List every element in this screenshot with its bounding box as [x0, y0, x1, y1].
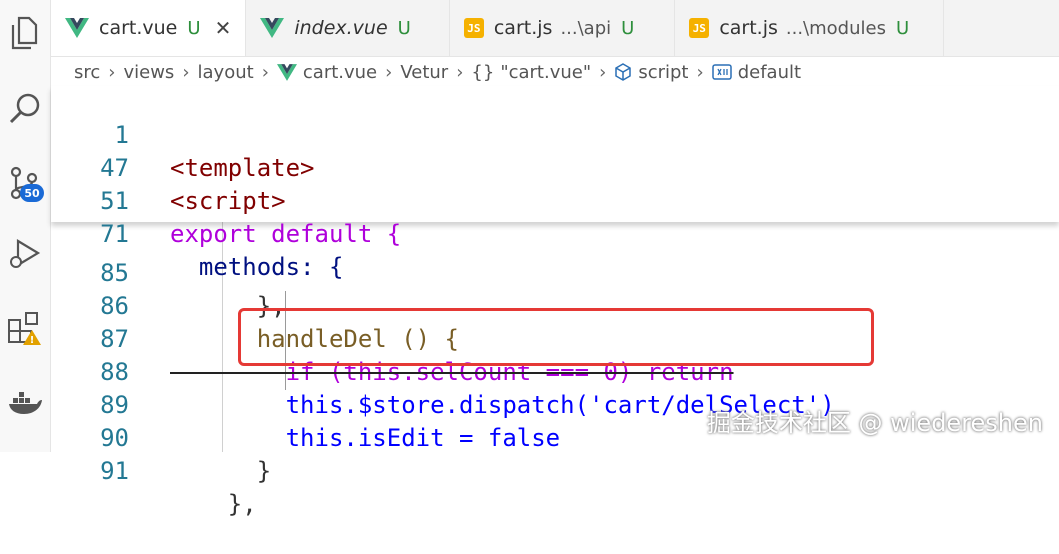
code-text: }, [170, 490, 257, 518]
chevron-right-icon: › [385, 61, 393, 83]
code-line[interactable]: 71 methods: { [51, 185, 1059, 281]
docker-icon[interactable] [0, 378, 50, 428]
sticky-scroll-header: 1 <template> 47 <script> 51 export defau… [51, 86, 1059, 281]
variable-icon [711, 64, 732, 80]
breadcrumb-label: script [638, 61, 689, 83]
code-editor[interactable]: 1 <template> 47 <script> 51 export defau… [51, 86, 1059, 518]
tab-path: ...\api [560, 17, 612, 39]
untracked-status: U [397, 17, 411, 39]
tab-label: cart.vue [99, 17, 178, 39]
breadcrumb-default[interactable]: default [711, 61, 802, 83]
breadcrumb-vetur[interactable]: Vetur [400, 62, 448, 83]
explorer-files-icon[interactable] [0, 8, 50, 58]
tab-label: index.vue [294, 17, 388, 39]
code-text: methods: { [170, 253, 344, 281]
breadcrumb-label: "cart.vue" [500, 61, 592, 83]
vue-icon [260, 18, 285, 38]
untracked-status: U [621, 17, 635, 39]
tab-label: cart.js [493, 17, 553, 39]
untracked-status: U [895, 17, 910, 39]
breadcrumb-cart-vue[interactable]: cart.vue [276, 61, 378, 83]
run-debug-icon[interactable] [0, 228, 50, 278]
tab-cart-js-modules[interactable]: JS cart.js ...\modules U [675, 0, 945, 56]
chevron-right-icon: › [456, 61, 464, 83]
breadcrumb-layout[interactable]: layout [198, 62, 254, 83]
vue-icon [276, 63, 297, 81]
braces-icon: {} [471, 61, 495, 83]
extensions-icon[interactable]: ! [0, 303, 50, 353]
breadcrumb-script[interactable]: script [614, 61, 689, 83]
chevron-right-icon: › [261, 61, 269, 83]
search-icon[interactable] [0, 83, 50, 133]
js-icon: JS [689, 18, 710, 38]
code-text: } [170, 457, 272, 485]
source-control-icon[interactable]: 50 [0, 158, 50, 208]
close-icon[interactable]: ✕ [215, 16, 232, 40]
js-icon: JS [463, 18, 484, 38]
cube-icon [615, 63, 632, 81]
activity-bar: 50 ! [0, 0, 51, 452]
chevron-right-icon: › [696, 61, 704, 83]
untracked-status: U [187, 17, 201, 39]
breadcrumb-views[interactable]: views [123, 62, 174, 83]
line-number: 91 [100, 457, 129, 485]
line-number: 71 [100, 220, 129, 248]
breadcrumb-label: default [737, 61, 802, 83]
code-line[interactable]: 47 <script> [51, 119, 1059, 215]
chevron-right-icon: › [108, 61, 116, 83]
breadcrumb: src › views › layout › cart.vue › Vetur … [74, 58, 801, 86]
editor-tab-bar: cart.vue U ✕ index.vue U JS cart.js ...\… [51, 0, 1059, 57]
tab-cart-vue[interactable]: cart.vue U ✕ [51, 0, 247, 56]
code-line[interactable]: 51 export default { [51, 152, 1059, 248]
tab-index-vue[interactable]: index.vue U [246, 0, 450, 56]
breadcrumb-label: cart.vue [302, 61, 378, 83]
breadcrumb-src[interactable]: src [74, 62, 100, 83]
tab-label: cart.js [719, 17, 778, 39]
code-text: export default { [170, 220, 402, 248]
scm-count-badge: 50 [20, 184, 44, 202]
watermark: 掘金技术社区 @ wiedereshen [706, 409, 1043, 437]
tab-cart-js-api[interactable]: JS cart.js ...\api U [450, 0, 676, 56]
chevron-right-icon: › [182, 61, 190, 83]
chevron-right-icon: › [599, 61, 607, 83]
breadcrumb-cart-vue-module[interactable]: {} "cart.vue" [471, 62, 591, 83]
vue-icon [65, 18, 89, 38]
svg-text:!: ! [30, 335, 35, 346]
code-line[interactable]: 1 <template> [51, 86, 1059, 182]
red-highlight-annotation [238, 308, 874, 366]
tab-path: ...\modules [785, 17, 886, 39]
